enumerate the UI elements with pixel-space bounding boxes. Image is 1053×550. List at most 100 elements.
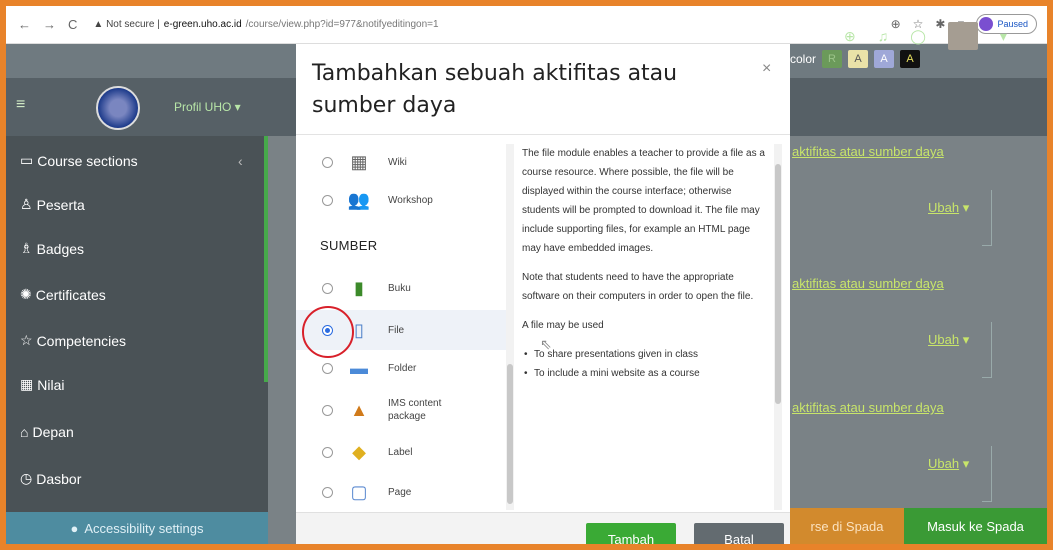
modal-divider — [296, 134, 790, 135]
sidebar-item-label: Nilai — [37, 376, 65, 393]
sidebar-item-competencies[interactable]: ☆ Competencies — [20, 332, 126, 349]
edit-label: Ubah — [928, 456, 960, 471]
module-option-label[interactable]: ◆ Label — [296, 432, 506, 472]
edit-menu[interactable]: Ubah ▾ — [928, 332, 969, 348]
color-button-a1[interactable]: A — [848, 50, 869, 68]
module-label: Wiki — [388, 156, 407, 168]
chat-icon[interactable]: ◯ — [910, 28, 926, 45]
masuk-spada-button[interactable]: Masuk ke Spada — [904, 508, 1047, 544]
kursus-spada-button[interactable]: rse di Spada — [790, 508, 904, 544]
module-option-ims[interactable]: ▲ IMS content package — [296, 390, 506, 430]
folder-icon: ▬ — [350, 357, 368, 378]
url-host: e-green.uho.ac.id — [163, 19, 242, 30]
module-option-wiki[interactable]: ▦ Wiki — [296, 142, 506, 182]
sidebar-item-label: Course sections — [37, 152, 138, 169]
chevron-down-icon[interactable]: ▾ — [1000, 28, 1007, 45]
wiki-icon: ▦ — [350, 151, 368, 172]
course-sections-icon: ▭ — [20, 152, 34, 168]
sidebar-item-depan[interactable]: ⌂ Depan — [20, 424, 74, 440]
description-bullet: To include a mini website as a course — [522, 364, 770, 383]
color-label: color — [790, 52, 817, 66]
course-sidebar: ▭ Course sections ‹ ♙ Peserta ♗ Badges ✺… — [6, 136, 268, 544]
module-radio[interactable] — [322, 486, 333, 498]
sidebar-item-label: Certificates — [35, 286, 106, 303]
dashboard-icon: ◷ — [20, 470, 33, 486]
module-radio[interactable] — [322, 282, 333, 294]
module-radio[interactable] — [322, 404, 333, 416]
sidebar-item-peserta[interactable]: ♙ Peserta — [20, 196, 85, 213]
add-button[interactable]: Tambah — [586, 523, 676, 544]
add-activity-link[interactable]: aktifitas atau sumber daya — [792, 400, 944, 415]
edit-menu[interactable]: Ubah ▾ — [928, 456, 969, 472]
module-description: The file module enables a teacher to pro… — [522, 144, 770, 510]
section-card-edge — [982, 446, 992, 502]
close-icon[interactable]: × — [762, 60, 771, 78]
sidebar-item-label: Badges — [36, 240, 85, 257]
star-icon: ☆ — [20, 332, 33, 348]
profil-menu[interactable]: Profil UHO ▾ — [174, 100, 241, 114]
reload-icon[interactable]: C — [68, 17, 77, 32]
color-button-a3[interactable]: A — [900, 50, 921, 68]
edit-label: Ubah — [928, 200, 960, 215]
mouse-cursor-icon: ⇖ — [540, 336, 552, 352]
edit-label: Ubah — [928, 332, 960, 347]
module-radio[interactable] — [322, 446, 333, 458]
menu-icon[interactable]: ≡ — [16, 96, 25, 114]
url-path: /course/view.php?id=977&notifyeditingon=… — [245, 19, 439, 30]
certificate-icon: ✺ — [20, 286, 32, 302]
description-paragraph: A file may be used — [522, 320, 604, 331]
sidebar-item-label: Depan — [32, 424, 74, 440]
module-list-scrollbar[interactable] — [506, 144, 514, 510]
module-label: File — [388, 324, 405, 336]
caret-icon: ▾ — [962, 332, 970, 347]
user-avatar[interactable] — [947, 22, 978, 50]
sidebar-item-label: Dasbor — [36, 470, 82, 487]
annotation-circle — [302, 306, 354, 358]
module-label: Workshop — [388, 194, 433, 206]
sidebar-item-label: Competencies — [36, 332, 127, 349]
book-icon: ▮ — [354, 277, 364, 298]
workshop-icon: 👥 — [347, 189, 371, 210]
scrollbar-thumb[interactable] — [775, 164, 781, 404]
sidebar-item-nilai[interactable]: ▦ Nilai — [20, 376, 64, 393]
accessibility-icon: ● — [70, 520, 79, 536]
caret-icon: ▾ — [962, 200, 970, 215]
description-bullet: To share presentations given in class — [522, 345, 770, 364]
color-button-a2[interactable]: A — [874, 50, 895, 68]
badge-icon: ♗ — [20, 240, 33, 256]
module-label: Folder — [388, 362, 417, 374]
page-icon: ▢ — [350, 481, 368, 502]
bell-icon[interactable]: ♫ — [878, 28, 889, 44]
sidebar-item-dasbor[interactable]: ◷ Dasbor — [20, 470, 81, 487]
back-icon[interactable]: ← — [18, 17, 31, 32]
security-warning: ▲ Not secure | — [93, 19, 160, 30]
accessibility-settings-button[interactable]: ● Accessibility settings — [6, 512, 268, 544]
sidebar-item-course-sections[interactable]: ▭ Course sections ‹ — [20, 152, 243, 169]
description-scrollbar[interactable] — [774, 144, 782, 510]
language-icon[interactable]: ⊕ — [844, 28, 856, 45]
university-logo[interactable] — [96, 86, 140, 130]
module-label: Buku — [388, 282, 411, 294]
color-button-r[interactable]: R — [822, 50, 843, 68]
sidebar-item-certificates[interactable]: ✺ Certificates — [20, 286, 106, 303]
edit-menu[interactable]: Ubah ▾ — [928, 200, 969, 216]
home-icon: ⌂ — [20, 424, 29, 440]
grades-icon: ▦ — [20, 376, 34, 392]
section-card-edge — [982, 190, 992, 246]
collapse-icon[interactable]: ‹ — [238, 153, 243, 169]
module-radio[interactable] — [322, 194, 333, 206]
module-option-workshop[interactable]: 👥 Workshop — [296, 180, 506, 220]
label-icon: ◆ — [352, 441, 366, 462]
module-label: Label — [388, 446, 413, 458]
cancel-button[interactable]: Batal — [694, 523, 784, 544]
forward-icon[interactable]: → — [43, 17, 56, 32]
module-option-page[interactable]: ▢ Page — [296, 472, 506, 510]
module-option-buku[interactable]: ▮ Buku — [296, 268, 506, 308]
scrollbar-thumb[interactable] — [507, 364, 513, 504]
module-radio[interactable] — [322, 156, 333, 168]
add-activity-link[interactable]: aktifitas atau sumber daya — [792, 276, 944, 291]
module-radio[interactable] — [322, 362, 333, 374]
sidebar-item-badges[interactable]: ♗ Badges — [20, 240, 84, 257]
address-bar[interactable]: ▲ Not secure | e-green.uho.ac.id/course/… — [93, 19, 438, 30]
add-activity-link[interactable]: aktifitas atau sumber daya — [792, 144, 944, 159]
